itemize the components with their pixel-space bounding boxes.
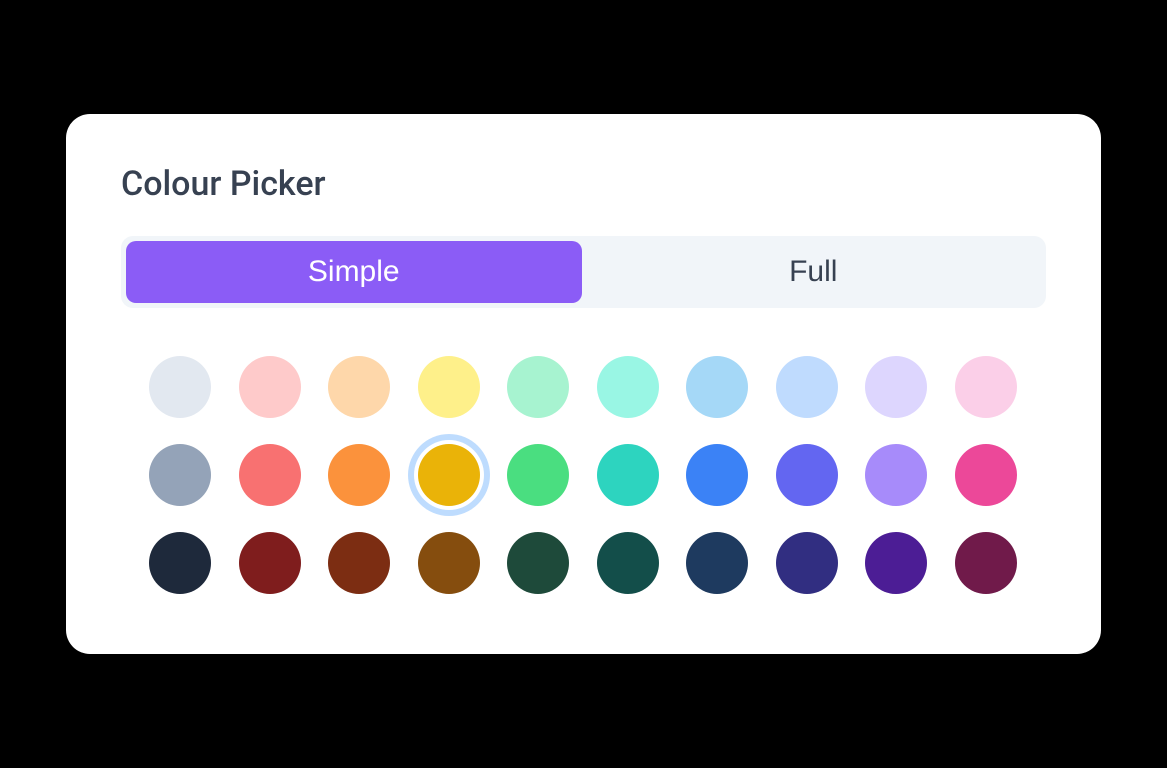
colour-swatch[interactable] bbox=[149, 356, 211, 418]
colour-swatch[interactable] bbox=[149, 532, 211, 594]
colour-swatch[interactable] bbox=[328, 532, 390, 594]
colour-swatch[interactable] bbox=[597, 532, 659, 594]
colour-swatch[interactable] bbox=[597, 356, 659, 418]
colour-swatch[interactable] bbox=[776, 532, 838, 594]
colour-swatch[interactable] bbox=[686, 444, 748, 506]
colour-swatch[interactable] bbox=[955, 532, 1017, 594]
tab-full[interactable]: Full bbox=[586, 241, 1042, 303]
colour-swatch[interactable] bbox=[776, 356, 838, 418]
colour-swatch[interactable] bbox=[418, 444, 480, 506]
colour-swatch[interactable] bbox=[955, 444, 1017, 506]
colour-swatch[interactable] bbox=[865, 356, 927, 418]
colour-swatch[interactable] bbox=[239, 532, 301, 594]
colour-swatch[interactable] bbox=[865, 444, 927, 506]
colour-swatch[interactable] bbox=[686, 532, 748, 594]
swatch-grid bbox=[121, 356, 1046, 594]
colour-swatch[interactable] bbox=[149, 444, 211, 506]
colour-swatch[interactable] bbox=[955, 356, 1017, 418]
colour-swatch[interactable] bbox=[328, 356, 390, 418]
colour-swatch[interactable] bbox=[239, 356, 301, 418]
colour-swatch[interactable] bbox=[239, 444, 301, 506]
colour-swatch[interactable] bbox=[597, 444, 659, 506]
colour-picker-card: Colour Picker Simple Full bbox=[66, 114, 1101, 654]
page-title: Colour Picker bbox=[121, 164, 1046, 204]
colour-swatch[interactable] bbox=[507, 356, 569, 418]
colour-swatch[interactable] bbox=[686, 356, 748, 418]
colour-swatch[interactable] bbox=[418, 532, 480, 594]
colour-swatch[interactable] bbox=[418, 356, 480, 418]
colour-swatch[interactable] bbox=[507, 444, 569, 506]
colour-swatch[interactable] bbox=[776, 444, 838, 506]
colour-swatch[interactable] bbox=[865, 532, 927, 594]
colour-swatch[interactable] bbox=[507, 532, 569, 594]
tab-group: Simple Full bbox=[121, 236, 1046, 308]
tab-simple[interactable]: Simple bbox=[126, 241, 582, 303]
colour-swatch[interactable] bbox=[328, 444, 390, 506]
